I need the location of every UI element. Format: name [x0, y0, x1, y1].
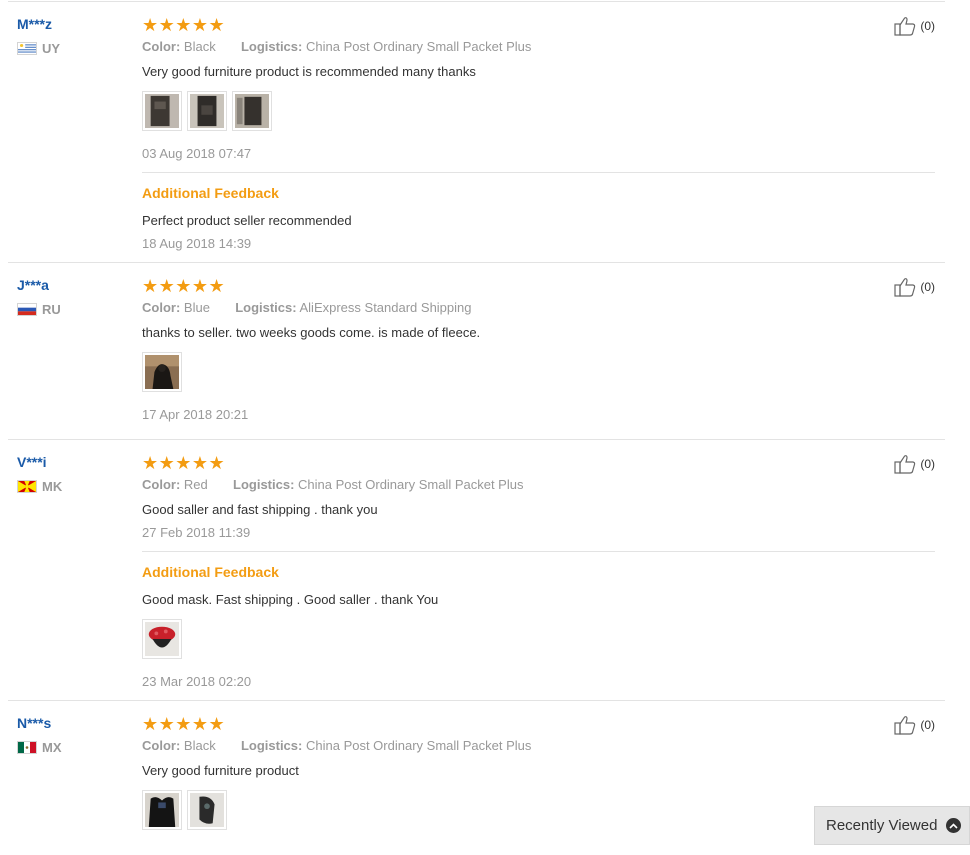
review-date: 27 Feb 2018 11:39: [142, 525, 251, 540]
additional-feedback-title: Additional Feedback: [142, 185, 279, 201]
flag-mk-icon: [17, 480, 37, 493]
country-code: MX: [42, 740, 62, 755]
star-rating: ★★★★★: [142, 453, 226, 473]
review-images: [142, 91, 935, 131]
country-code: UY: [42, 41, 61, 56]
order-attributes: Color: Black Logistics: China Post Ordin…: [142, 39, 935, 55]
reviewer-name[interactable]: V***i: [17, 454, 62, 470]
order-attributes: Color: Black Logistics: China Post Ordin…: [142, 738, 935, 754]
helpful-count: (0): [920, 718, 935, 732]
color-label: Color:: [142, 477, 181, 492]
helpful-count: (0): [920, 457, 935, 471]
color-value: Blue: [183, 300, 210, 315]
reviewer-info: J***a RU: [17, 277, 61, 317]
review-images: [142, 352, 935, 392]
review-content: ★★★★★ Color: Red Logistics: China Post O…: [142, 454, 935, 690]
reviewer-name[interactable]: M***z: [17, 16, 60, 32]
review-divider: [142, 551, 935, 552]
review-text: Very good furniture product is recommend…: [142, 64, 476, 79]
additional-feedback-text: Perfect product seller recommended: [142, 213, 352, 228]
thumbs-up-icon: [894, 455, 916, 474]
reviewer-country: UY: [17, 41, 60, 56]
review-text: Good saller and fast shipping . thank yo…: [142, 502, 378, 517]
recently-viewed-label: Recently Viewed: [826, 817, 938, 834]
helpful-button[interactable]: (0): [894, 454, 935, 474]
color-value: Red: [183, 477, 208, 492]
reviewer-country: MK: [17, 479, 62, 494]
logistics-value: China Post Ordinary Small Packet Plus: [305, 738, 532, 753]
color-label: Color:: [142, 738, 181, 753]
review-image[interactable]: [142, 352, 182, 392]
recently-viewed-button[interactable]: Recently Viewed: [814, 806, 970, 845]
top-divider: [8, 1, 945, 2]
logistics-value: AliExpress Standard Shipping: [299, 300, 472, 315]
review-image[interactable]: [232, 91, 272, 131]
review-image[interactable]: [142, 619, 182, 659]
thumbs-up-icon: [894, 716, 916, 735]
reviewer-name[interactable]: N***s: [17, 715, 62, 731]
helpful-count: (0): [920, 19, 935, 33]
order-attributes: Color: Blue Logistics: AliExpress Standa…: [142, 300, 935, 316]
color-label: Color:: [142, 300, 181, 315]
helpful-button[interactable]: (0): [894, 16, 935, 36]
review-content: ★★★★★ Color: Black Logistics: China Post…: [142, 16, 935, 252]
chevron-up-icon: [946, 818, 962, 833]
reviewer-info: N***s MX: [17, 715, 62, 755]
helpful-button[interactable]: (0): [894, 715, 935, 735]
reviewer-info: M***z UY: [17, 16, 60, 56]
logistics-label: Logistics:: [240, 39, 303, 54]
review-divider: [142, 172, 935, 173]
star-rating: ★★★★★: [142, 276, 226, 296]
color-value: Black: [183, 39, 216, 54]
review-image[interactable]: [187, 790, 227, 830]
review-image[interactable]: [142, 91, 182, 131]
review-date: 03 Aug 2018 07:47: [142, 146, 252, 161]
flag-uy-icon: [17, 42, 37, 55]
reviewer-country: MX: [17, 740, 62, 755]
additional-feedback-date: 18 Aug 2018 14:39: [142, 236, 252, 251]
review-item: N***s MX ★★★★★ Color: Black Logistics: C…: [8, 715, 945, 855]
logistics-value: China Post Ordinary Small Packet Plus: [298, 477, 524, 492]
logistics-label: Logistics:: [240, 738, 303, 753]
review-item: J***a RU ★★★★★ Color: Blue Logistics: Al…: [8, 277, 945, 440]
review-image[interactable]: [187, 91, 227, 131]
logistics-value: China Post Ordinary Small Packet Plus: [305, 39, 532, 54]
logistics-label: Logistics:: [233, 477, 295, 492]
country-code: RU: [42, 302, 61, 317]
flag-ru-icon: [17, 303, 37, 316]
reviewer-name[interactable]: J***a: [17, 277, 61, 293]
review-item: M***z UY ★★★★★ Color: Black Logistics: C…: [8, 16, 945, 263]
order-attributes: Color: Red Logistics: China Post Ordinar…: [142, 477, 935, 493]
additional-feedback-date: 23 Mar 2018 02:20: [142, 674, 252, 689]
additional-feedback-text: Good mask. Fast shipping . Good saller .…: [142, 592, 439, 607]
helpful-button[interactable]: (0): [894, 277, 935, 297]
review-image[interactable]: [142, 790, 182, 830]
thumbs-up-icon: [894, 278, 916, 297]
reviewer-country: RU: [17, 302, 61, 317]
flag-mx-icon: [17, 741, 37, 754]
star-rating: ★★★★★: [142, 15, 226, 35]
reviewer-info: V***i MK: [17, 454, 62, 494]
country-code: MK: [42, 479, 63, 494]
color-label: Color:: [142, 39, 181, 54]
review-text: thanks to seller. two weeks goods come. …: [142, 325, 481, 340]
logistics-label: Logistics:: [235, 300, 297, 315]
star-rating: ★★★★★: [142, 714, 226, 734]
thumbs-up-icon: [894, 17, 916, 36]
review-images: [142, 619, 935, 659]
review-date: 17 Apr 2018 20:21: [142, 407, 249, 422]
review-item: V***i MK ★★★★★ Color: Red Logistics: Chi…: [8, 454, 945, 701]
review-content: ★★★★★ Color: Blue Logistics: AliExpress …: [142, 277, 935, 423]
review-text: Very good furniture product: [142, 763, 299, 778]
additional-feedback-title: Additional Feedback: [142, 564, 279, 580]
helpful-count: (0): [920, 280, 935, 294]
color-value: Black: [183, 738, 216, 753]
